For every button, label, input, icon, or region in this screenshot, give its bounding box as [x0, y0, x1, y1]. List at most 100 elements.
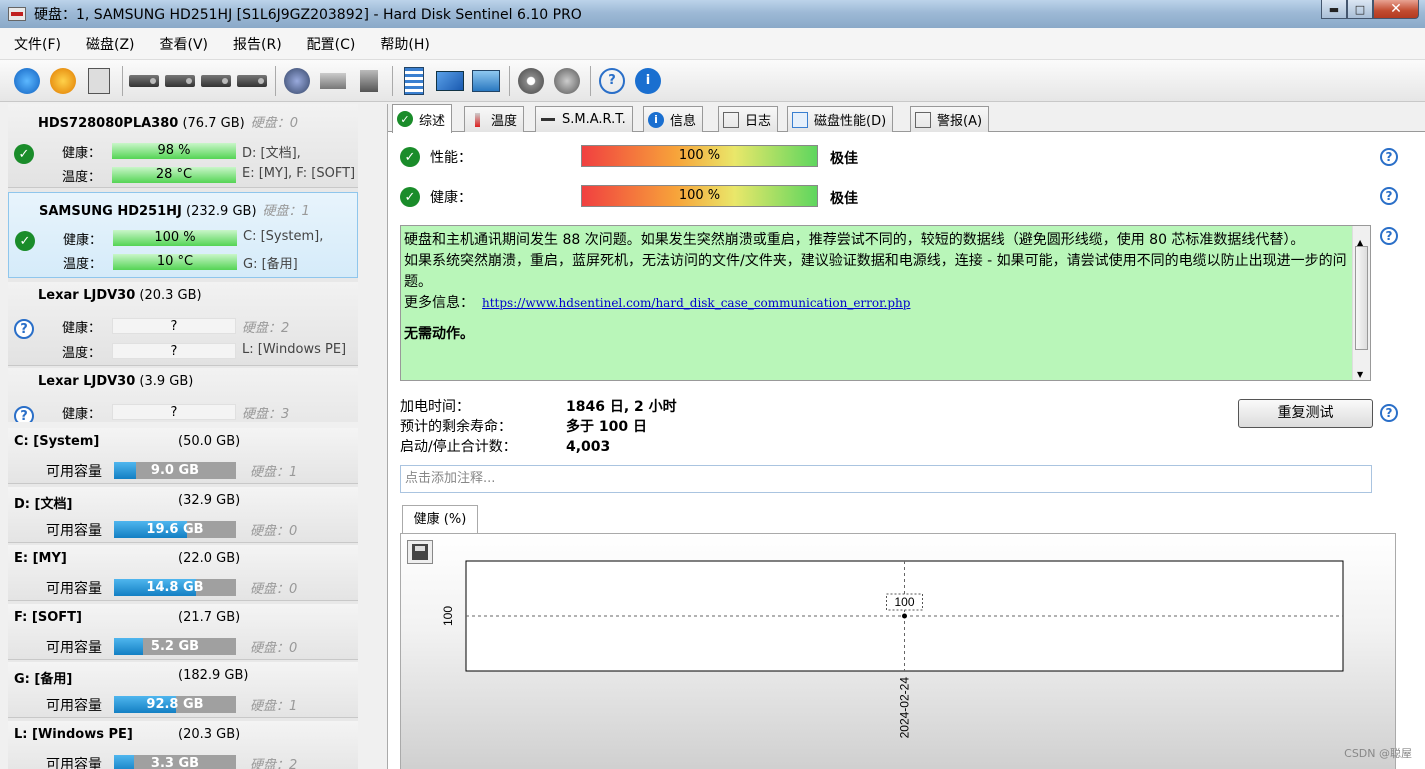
- help-icon[interactable]: ?: [1380, 148, 1398, 166]
- y-tick-label: 100: [441, 606, 455, 626]
- power-on-row: 加电时间： 1846 日, 2 小时: [400, 399, 677, 415]
- tab-summary[interactable]: ✓ 综述: [392, 104, 453, 133]
- scroll-down-icon[interactable]: ▼: [1357, 364, 1363, 380]
- message-text: 硬盘和主机通讯期间发生 88 次问题。如果发生突然崩溃或重启，推荐尝试不同的，较…: [404, 232, 1305, 248]
- remaining-life-row: 预计的剩余寿命： 多于 100 日: [400, 419, 647, 435]
- left-panel: HDS728080PLA380 (76.7 GB) 硬盘：0 ✓ 健康： 98 %…: [8, 104, 380, 769]
- menu-help[interactable]: 帮助(H): [366, 34, 440, 54]
- tab-disk-performance[interactable]: 磁盘性能(D): [787, 106, 894, 132]
- volume-size: (22.0 GB): [178, 551, 241, 566]
- available-label: 可用容量: [46, 698, 102, 714]
- tab-bar: ✓ 综述 温度 S.M.A.R.T. i 信息 日志 磁盘性能(D) 警报(A): [388, 104, 1425, 133]
- unknown-status-icon: ?: [14, 406, 34, 422]
- disk-volumes: D: [文档],: [242, 146, 301, 161]
- temp-bar: ?: [112, 343, 236, 359]
- maximize-button[interactable]: □: [1347, 0, 1373, 19]
- volume-item-d[interactable]: D: [文档] (32.9 GB) 可用容量 19.6 GB 硬盘：0: [8, 487, 358, 543]
- more-info: 更多信息： https://www.hdsentinel.com/hard_dis…: [404, 295, 911, 311]
- usb-icon[interactable]: [352, 64, 386, 98]
- data-point: [902, 613, 907, 619]
- disk-item-0[interactable]: HDS728080PLA380 (76.7 GB) 硬盘：0 ✓ 健康： 98 %…: [8, 104, 358, 188]
- tab-health-chart[interactable]: 健康 (%): [402, 505, 478, 534]
- check-icon: ✓: [397, 111, 413, 127]
- volume-disk: 硬盘：0: [250, 582, 298, 597]
- help-icon[interactable]: ?: [595, 64, 629, 98]
- scroll-thumb[interactable]: [1355, 246, 1368, 350]
- menu-report[interactable]: 报告(R): [219, 34, 293, 54]
- title-bar: 硬盘：1, SAMSUNG HD251HJ [S1L6J9GZ203892] -…: [0, 0, 1425, 28]
- tab-temperature[interactable]: 温度: [464, 106, 525, 132]
- info-icon: i: [648, 111, 664, 128]
- health-bar: 100 %: [581, 185, 818, 207]
- note-input[interactable]: 点击添加注释...: [400, 465, 1372, 493]
- close-button[interactable]: ✕: [1373, 0, 1419, 19]
- email-icon[interactable]: [433, 64, 467, 98]
- settings-icon[interactable]: [514, 64, 548, 98]
- message-scrollbar[interactable]: ▲ ▼: [1352, 226, 1370, 380]
- tab-info[interactable]: i 信息: [643, 106, 704, 132]
- volume-item-c[interactable]: C: [System] (50.0 GB) 可用容量 9.0 GB 硬盘：1: [8, 428, 358, 484]
- tab-log[interactable]: 日志: [718, 106, 779, 132]
- volume-item-f[interactable]: F: [SOFT] (21.7 GB) 可用容量 5.2 GB 硬盘：0: [8, 604, 358, 660]
- menu-view[interactable]: 查看(V): [146, 34, 220, 54]
- info-icon[interactable]: i: [631, 64, 665, 98]
- minimize-button[interactable]: ▬: [1321, 0, 1347, 19]
- menu-disk[interactable]: 磁盘(Z): [72, 34, 146, 54]
- temp-label: 温度：: [63, 257, 103, 272]
- volume-size: (20.3 GB): [178, 727, 241, 742]
- refresh-icon[interactable]: [10, 64, 44, 98]
- tab-smart[interactable]: S.M.A.R.T.: [535, 106, 633, 132]
- sound-icon[interactable]: [550, 64, 584, 98]
- volume-disk: 硬盘：0: [250, 524, 298, 539]
- available-label: 可用容量: [46, 581, 102, 597]
- health-rating: 极佳: [830, 191, 858, 207]
- alert-refresh-icon[interactable]: [46, 64, 80, 98]
- volume-item-g[interactable]: G: [备用] (182.9 GB) 可用容量 92.8 GB 硬盘：1: [8, 662, 358, 718]
- retest-button[interactable]: 重复测试: [1238, 399, 1373, 428]
- toolbar-separator: [392, 65, 393, 96]
- report-icon[interactable]: [397, 64, 431, 98]
- temp-bar: 10 °C: [113, 254, 237, 270]
- disk-check-icon[interactable]: [199, 64, 233, 98]
- help-icon[interactable]: ?: [1380, 187, 1398, 205]
- volume-item-e[interactable]: E: [MY] (22.0 GB) 可用容量 14.8 GB 硬盘：0: [8, 545, 358, 601]
- monitor-icon[interactable]: [469, 64, 503, 98]
- toolbar-separator: [275, 65, 276, 96]
- free-space-bar: 9.0 GB: [114, 462, 236, 479]
- tab-alerts[interactable]: 警报(A): [910, 106, 990, 132]
- disk-icon[interactable]: [127, 64, 161, 98]
- health-chart: 100 2024-02-24 100: [400, 533, 1396, 769]
- toolbar-separator: [122, 65, 123, 96]
- disk-item-2[interactable]: Lexar LJDV30 (20.3 GB) ? 健康： ? 硬盘：2 温度： …: [8, 282, 358, 366]
- help-icon[interactable]: ?: [1380, 404, 1398, 422]
- toolbar: ? i: [0, 60, 1425, 102]
- volume-disk: 硬盘：0: [250, 641, 298, 656]
- health-bar: 98 %: [112, 143, 236, 159]
- disk-clock-icon[interactable]: [163, 64, 197, 98]
- chart-svg: 100 2024-02-24 100: [441, 560, 1344, 738]
- available-label: 可用容量: [46, 464, 102, 480]
- volume-name: E: [MY]: [14, 551, 67, 566]
- disk-volumes: C: [System],: [243, 229, 324, 244]
- health-label: 健康：: [62, 146, 102, 161]
- disk-item-3[interactable]: Lexar LJDV30 (3.9 GB) ? 健康： ? 硬盘：3: [8, 368, 358, 422]
- menu-config[interactable]: 配置(C): [293, 34, 367, 54]
- disk-volumes: E: [MY], F: [SOFT]: [242, 166, 356, 181]
- volume-item-l[interactable]: L: [Windows PE] (20.3 GB) 可用容量 3.3 GB 硬盘…: [8, 721, 358, 769]
- start-stop-row: 启动/停止合计数： 4,003: [400, 439, 611, 455]
- network-disk-icon[interactable]: [280, 64, 314, 98]
- info-link[interactable]: https://www.hdsentinel.com/hard_disk_cas…: [482, 296, 910, 310]
- disk-item-1[interactable]: SAMSUNG HD251HJ (232.9 GB) 硬盘：1 ✓ 健康： 100…: [8, 192, 358, 278]
- menu-file[interactable]: 文件(F): [0, 34, 72, 54]
- disk-number: 硬盘：2: [242, 321, 290, 336]
- right-panel: ✓ 综述 温度 S.M.A.R.T. i 信息 日志 磁盘性能(D) 警报(A) ✓…: [387, 104, 1425, 769]
- volume-name: C: [System]: [14, 434, 100, 449]
- printer-icon[interactable]: [316, 64, 350, 98]
- unknown-status-icon: ?: [14, 319, 34, 339]
- disk-arrow-icon[interactable]: [235, 64, 269, 98]
- volume-list: C: [System] (50.0 GB) 可用容量 9.0 GB 硬盘：1 D…: [8, 428, 358, 769]
- disk-info-icon[interactable]: [82, 64, 116, 98]
- toolbar-separator: [509, 65, 510, 96]
- help-icon[interactable]: ?: [1380, 227, 1398, 245]
- performance-rating: 极佳: [830, 151, 858, 167]
